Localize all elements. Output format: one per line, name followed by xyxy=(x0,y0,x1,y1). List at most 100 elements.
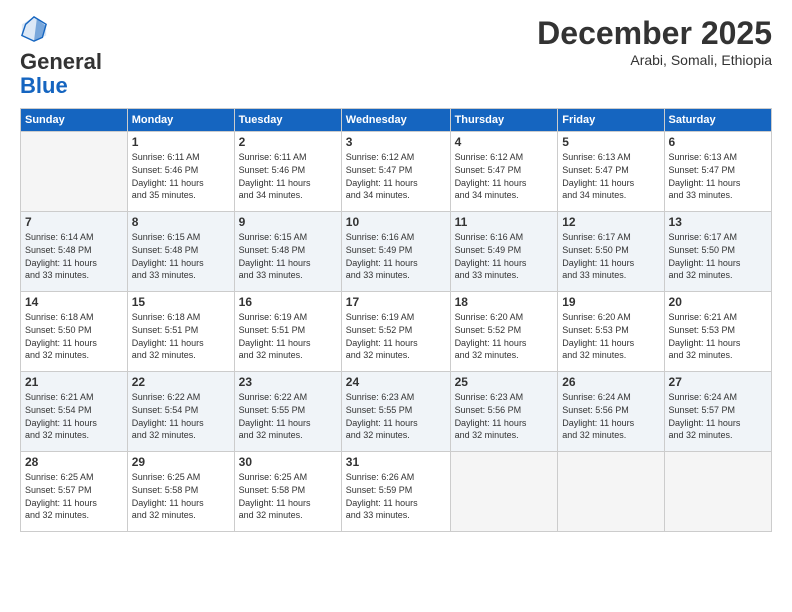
day-info: Sunrise: 6:16 AMSunset: 5:49 PMDaylight:… xyxy=(455,231,554,281)
day-info: Sunrise: 6:14 AMSunset: 5:48 PMDaylight:… xyxy=(25,231,123,281)
table-row: 26 Sunrise: 6:24 AMSunset: 5:56 PMDayligh… xyxy=(558,372,664,452)
day-number: 14 xyxy=(25,295,123,309)
day-info: Sunrise: 6:21 AMSunset: 5:53 PMDaylight:… xyxy=(669,311,767,361)
day-number: 11 xyxy=(455,215,554,229)
logo-text: General Blue xyxy=(20,50,102,98)
day-info: Sunrise: 6:13 AMSunset: 5:47 PMDaylight:… xyxy=(562,151,659,201)
day-number: 25 xyxy=(455,375,554,389)
day-info: Sunrise: 6:23 AMSunset: 5:56 PMDaylight:… xyxy=(455,391,554,441)
calendar-week-row: 1 Sunrise: 6:11 AMSunset: 5:46 PMDaylight… xyxy=(21,132,772,212)
day-number: 12 xyxy=(562,215,659,229)
day-info: Sunrise: 6:18 AMSunset: 5:51 PMDaylight:… xyxy=(132,311,230,361)
title-block: December 2025 Arabi, Somali, Ethiopia xyxy=(537,15,772,68)
day-info: Sunrise: 6:23 AMSunset: 5:55 PMDaylight:… xyxy=(346,391,446,441)
table-row: 27 Sunrise: 6:24 AMSunset: 5:57 PMDayligh… xyxy=(664,372,771,452)
day-number: 4 xyxy=(455,135,554,149)
day-number: 7 xyxy=(25,215,123,229)
day-info: Sunrise: 6:24 AMSunset: 5:56 PMDaylight:… xyxy=(562,391,659,441)
table-row: 21Sunrise: 6:21 AMSunset: 5:54 PMDayligh… xyxy=(21,372,128,452)
day-info: Sunrise: 6:22 AMSunset: 5:55 PMDaylight:… xyxy=(239,391,337,441)
table-row: 23 Sunrise: 6:22 AMSunset: 5:55 PMDayligh… xyxy=(234,372,341,452)
day-info: Sunrise: 6:17 AMSunset: 5:50 PMDaylight:… xyxy=(562,231,659,281)
table-row: 16 Sunrise: 6:19 AMSunset: 5:51 PMDayligh… xyxy=(234,292,341,372)
day-info: Sunrise: 6:12 AMSunset: 5:47 PMDaylight:… xyxy=(346,151,446,201)
day-number: 3 xyxy=(346,135,446,149)
day-number: 17 xyxy=(346,295,446,309)
day-number: 21 xyxy=(25,375,123,389)
header: General Blue December 2025 Arabi, Somali… xyxy=(20,15,772,98)
table-row: 13Sunrise: 6:17 AMSunset: 5:50 PMDayligh… xyxy=(664,212,771,292)
day-info: Sunrise: 6:18 AMSunset: 5:50 PMDaylight:… xyxy=(25,311,123,361)
table-row: 7 Sunrise: 6:14 AMSunset: 5:48 PMDaylight… xyxy=(21,212,128,292)
table-row: 20 Sunrise: 6:21 AMSunset: 5:53 PMDayligh… xyxy=(664,292,771,372)
day-number: 19 xyxy=(562,295,659,309)
col-tuesday: Tuesday xyxy=(234,109,341,132)
day-info: Sunrise: 6:11 AMSunset: 5:46 PMDaylight:… xyxy=(239,151,337,201)
col-friday: Friday xyxy=(558,109,664,132)
day-number: 26 xyxy=(562,375,659,389)
day-info: Sunrise: 6:15 AMSunset: 5:48 PMDaylight:… xyxy=(239,231,337,281)
logo: General Blue xyxy=(20,15,102,98)
table-row: 2Sunrise: 6:11 AMSunset: 5:46 PMDaylight… xyxy=(234,132,341,212)
day-info: Sunrise: 6:15 AMSunset: 5:48 PMDaylight:… xyxy=(132,231,230,281)
day-number: 15 xyxy=(132,295,230,309)
day-info: Sunrise: 6:13 AMSunset: 5:47 PMDaylight:… xyxy=(669,151,767,201)
calendar-week-row: 7 Sunrise: 6:14 AMSunset: 5:48 PMDaylight… xyxy=(21,212,772,292)
table-row: 4Sunrise: 6:12 AMSunset: 5:47 PMDaylight… xyxy=(450,132,558,212)
day-info: Sunrise: 6:19 AMSunset: 5:51 PMDaylight:… xyxy=(239,311,337,361)
day-number: 9 xyxy=(239,215,337,229)
location-subtitle: Arabi, Somali, Ethiopia xyxy=(537,52,772,68)
table-row: 31 Sunrise: 6:26 AMSunset: 5:59 PMDayligh… xyxy=(341,452,450,532)
day-info: Sunrise: 6:16 AMSunset: 5:49 PMDaylight:… xyxy=(346,231,446,281)
day-number: 27 xyxy=(669,375,767,389)
day-info: Sunrise: 6:25 AMSunset: 5:58 PMDaylight:… xyxy=(132,471,230,521)
table-row xyxy=(664,452,771,532)
col-saturday: Saturday xyxy=(664,109,771,132)
day-number: 23 xyxy=(239,375,337,389)
table-row: 10Sunrise: 6:16 AMSunset: 5:49 PMDayligh… xyxy=(341,212,450,292)
table-row: 8 Sunrise: 6:15 AMSunset: 5:48 PMDaylight… xyxy=(127,212,234,292)
day-info: Sunrise: 6:20 AMSunset: 5:52 PMDaylight:… xyxy=(455,311,554,361)
day-info: Sunrise: 6:26 AMSunset: 5:59 PMDaylight:… xyxy=(346,471,446,521)
logo-icon xyxy=(20,15,48,43)
table-row: 14 Sunrise: 6:18 AMSunset: 5:50 PMDayligh… xyxy=(21,292,128,372)
table-row: 28 Sunrise: 6:25 AMSunset: 5:57 PMDayligh… xyxy=(21,452,128,532)
table-row: 29 Sunrise: 6:25 AMSunset: 5:58 PMDayligh… xyxy=(127,452,234,532)
table-row: 24 Sunrise: 6:23 AMSunset: 5:55 PMDayligh… xyxy=(341,372,450,452)
day-number: 20 xyxy=(669,295,767,309)
day-info: Sunrise: 6:11 AMSunset: 5:46 PMDaylight:… xyxy=(132,151,230,201)
col-thursday: Thursday xyxy=(450,109,558,132)
day-number: 1 xyxy=(132,135,230,149)
day-number: 22 xyxy=(132,375,230,389)
table-row: 5Sunrise: 6:13 AMSunset: 5:47 PMDaylight… xyxy=(558,132,664,212)
day-number: 29 xyxy=(132,455,230,469)
day-info: Sunrise: 6:24 AMSunset: 5:57 PMDaylight:… xyxy=(669,391,767,441)
day-number: 30 xyxy=(239,455,337,469)
table-row xyxy=(558,452,664,532)
col-wednesday: Wednesday xyxy=(341,109,450,132)
day-info: Sunrise: 6:25 AMSunset: 5:57 PMDaylight:… xyxy=(25,471,123,521)
day-number: 8 xyxy=(132,215,230,229)
calendar-week-row: 28 Sunrise: 6:25 AMSunset: 5:57 PMDayligh… xyxy=(21,452,772,532)
table-row xyxy=(21,132,128,212)
table-row: 30 Sunrise: 6:25 AMSunset: 5:58 PMDayligh… xyxy=(234,452,341,532)
day-info: Sunrise: 6:19 AMSunset: 5:52 PMDaylight:… xyxy=(346,311,446,361)
table-row: 11 Sunrise: 6:16 AMSunset: 5:49 PMDayligh… xyxy=(450,212,558,292)
table-row: 17 Sunrise: 6:19 AMSunset: 5:52 PMDayligh… xyxy=(341,292,450,372)
table-row: 15 Sunrise: 6:18 AMSunset: 5:51 PMDayligh… xyxy=(127,292,234,372)
day-number: 24 xyxy=(346,375,446,389)
day-number: 6 xyxy=(669,135,767,149)
table-row: 9 Sunrise: 6:15 AMSunset: 5:48 PMDaylight… xyxy=(234,212,341,292)
day-number: 31 xyxy=(346,455,446,469)
table-row: 1 Sunrise: 6:11 AMSunset: 5:46 PMDaylight… xyxy=(127,132,234,212)
table-row: 18Sunrise: 6:20 AMSunset: 5:52 PMDayligh… xyxy=(450,292,558,372)
calendar-header-row: Sunday Monday Tuesday Wednesday Thursday… xyxy=(21,109,772,132)
calendar: Sunday Monday Tuesday Wednesday Thursday… xyxy=(20,108,772,532)
day-number: 16 xyxy=(239,295,337,309)
calendar-week-row: 14 Sunrise: 6:18 AMSunset: 5:50 PMDayligh… xyxy=(21,292,772,372)
table-row xyxy=(450,452,558,532)
col-monday: Monday xyxy=(127,109,234,132)
day-info: Sunrise: 6:25 AMSunset: 5:58 PMDaylight:… xyxy=(239,471,337,521)
day-number: 28 xyxy=(25,455,123,469)
day-number: 13 xyxy=(669,215,767,229)
